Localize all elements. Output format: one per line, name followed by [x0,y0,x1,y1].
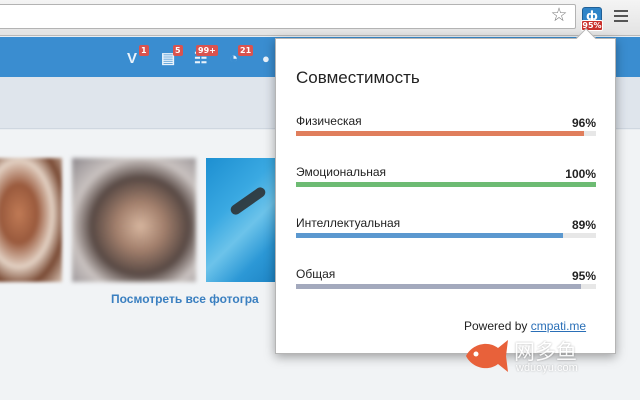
vip-badge: 1 [139,45,149,56]
popup-title: Совместимость [296,68,420,87]
messages-icon[interactable]: ▤ 5 [161,45,183,69]
metric-physical: Физическая 96% [296,114,596,144]
metric-label: Общая [296,267,336,281]
photo-thumbnail[interactable] [206,158,286,282]
events-badge: 99+ [196,45,218,56]
metric-bar-fill [296,182,596,187]
metric-value: 96% [571,116,596,130]
metric-value: 89% [571,218,596,232]
compatibility-popup: Совместимость Физическая 96% Эмоциональн… [275,38,616,354]
browser-toolbar: ☆ ф 95% [0,0,640,36]
view-all-photos-link[interactable]: Посмотреть все фотогра [111,292,259,306]
metric-value: 100% [565,167,596,181]
cmpati-link[interactable]: cmpati.me [531,319,586,333]
address-bar[interactable] [0,4,576,29]
metric-emotional: Эмоциональная 100% [296,165,596,195]
watermark-en: wduoyu.com [516,362,578,374]
watermark: 网多鱼 wduoyu.com [462,332,622,380]
metric-intellectual: Интеллектуальная 89% [296,216,596,246]
metric-bar-fill [296,233,563,238]
bookmark-star-icon[interactable]: ☆ [548,5,570,27]
metric-bar-fill [296,131,584,136]
metric-track [296,131,596,136]
guests-badge: 21 [238,45,254,56]
metric-label: Интеллектуальная [296,216,401,230]
metric-label: Физическая [296,114,362,128]
metric-value: 95% [571,269,596,283]
metric-bar-fill [296,284,581,289]
fish-logo-icon [466,340,508,372]
metric-overall: Общая 95% [296,267,596,297]
events-icon[interactable]: ☷ 99+ [194,45,218,69]
photo-thumbnail[interactable] [72,158,196,282]
metric-label: Эмоциональная [296,165,387,179]
powered-by: Powered by cmpati.me [464,319,587,333]
photo-thumbnail[interactable] [0,158,62,282]
metric-track [296,284,596,289]
metric-track [296,182,596,187]
vip-icon[interactable]: V 1 [127,45,149,69]
hamburger-menu-icon[interactable] [614,10,628,24]
guests-icon[interactable]: ◔ 21 [229,45,254,69]
messages-badge: 5 [173,45,183,56]
metric-track [296,233,596,238]
friends-icon[interactable]: ● [262,49,270,69]
